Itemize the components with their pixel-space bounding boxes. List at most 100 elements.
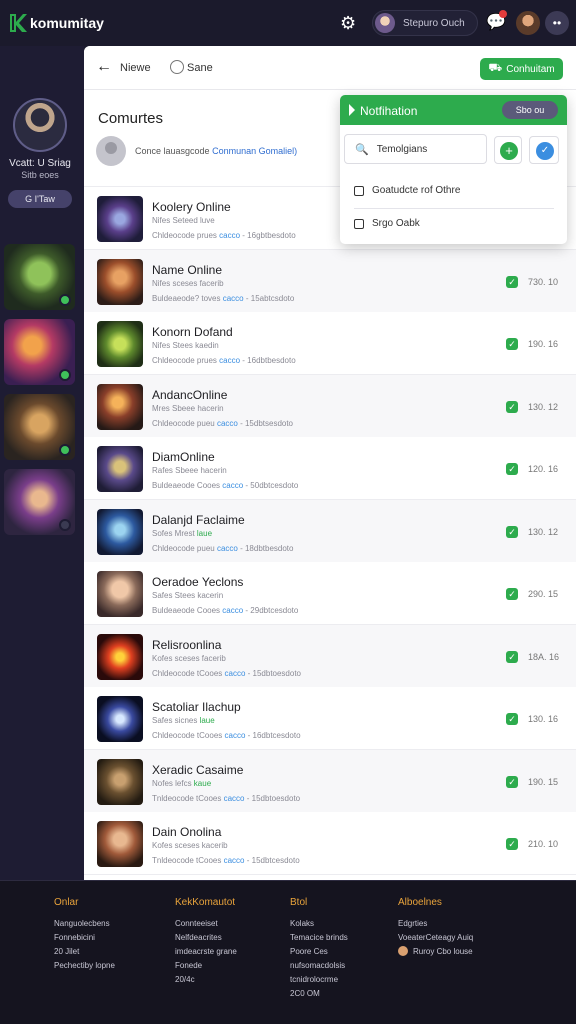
meta-link[interactable]: cacco <box>224 794 245 803</box>
footer-link[interactable]: Fonede <box>175 959 237 973</box>
list-item[interactable]: Dain Onolina Kofes sceses kacerib Tnldeoc… <box>84 812 576 875</box>
list-item[interactable]: DiamOnline Rafes Sbeee hacerin Buldeaeode… <box>84 437 576 500</box>
add-button[interactable] <box>494 136 522 164</box>
popup-menu-item[interactable]: Goatudcte rof Othre <box>354 185 460 196</box>
confirm-button[interactable] <box>529 136 559 164</box>
list-item[interactable]: Relisroonlina Kofes sceses facerib Chldeo… <box>84 625 576 688</box>
verified-check-icon: ✓ <box>506 651 518 663</box>
game-meta: Chldeocode pueu cacco - 18dbtbesdoto <box>152 544 294 553</box>
game-title[interactable]: Xeradic Casaime <box>152 763 243 777</box>
game-thumbnail <box>97 321 143 367</box>
logo-icon <box>8 12 28 34</box>
game-meta: Chldeocode prues cacco - 16gbtbesdoto <box>152 231 296 240</box>
list-item[interactable]: Name Online Nifes sceses facerib Buldeaeo… <box>84 250 576 313</box>
footer-column-3: Btol Kolaks Temacice brinds Poore Ces nu… <box>290 897 348 1001</box>
meta-link[interactable]: cacco <box>223 294 244 303</box>
game-title[interactable]: Konorn Dofand <box>152 325 233 339</box>
popup-menu-item[interactable]: Srgo Oabk <box>354 218 420 229</box>
meta-link[interactable]: cacco <box>217 419 238 428</box>
footer-link[interactable]: 20 Jilet <box>54 945 115 959</box>
footer-link[interactable]: Nanguolecbens <box>54 917 115 931</box>
bookmark-icon <box>354 185 364 196</box>
footer-link[interactable]: nufsomacdolsis <box>290 959 348 973</box>
footer-link[interactable]: Kolaks <box>290 917 348 931</box>
game-title[interactable]: DiamOnline <box>152 450 215 464</box>
game-title[interactable]: Name Online <box>152 263 222 277</box>
footer-link[interactable]: Fonnebicini <box>54 931 115 945</box>
save-icon[interactable] <box>170 60 184 74</box>
footer-link[interactable]: imdeacrste grane <box>175 945 237 959</box>
profile-button[interactable]: G I'Taw <box>8 190 72 208</box>
footer-link[interactable]: Edgrties <box>398 917 473 931</box>
verified-check-icon: ✓ <box>506 338 518 350</box>
game-thumbnail <box>97 259 143 305</box>
footer-link[interactable]: tcnidrolocrme <box>290 973 348 987</box>
verified-check-icon: ✓ <box>506 276 518 288</box>
verified-check-icon: ✓ <box>506 713 518 725</box>
app-logo[interactable]: komumitay <box>8 12 104 34</box>
profile-name: Vcatt: U Sriag <box>9 158 71 169</box>
game-subtitle: Nifes Seteed luve <box>152 216 215 225</box>
list-item[interactable]: Oeradoe Yeclons Safes Stees kacerin Bulde… <box>84 562 576 625</box>
sidebar-game-4[interactable] <box>4 469 75 535</box>
back-label[interactable]: Niewe <box>120 62 151 74</box>
user-search[interactable]: Stepuro Ouch <box>372 10 478 36</box>
game-thumbnail <box>97 384 143 430</box>
list-item[interactable]: Scatoliar Ilachup Safes sicnes laue Chldeo… <box>84 687 576 750</box>
list-item[interactable]: Dalanjd Faclaime Sofes Mrest laue Chldeoco… <box>84 500 576 563</box>
game-subtitle: Sofes Mrest laue <box>152 529 213 538</box>
meta-link[interactable]: cacco <box>222 606 243 615</box>
sidebar-game-2[interactable] <box>4 319 75 385</box>
player-count: 130. 16 <box>528 714 559 724</box>
subtitle-highlight: kaue <box>193 779 212 788</box>
game-title[interactable]: Koolery Online <box>152 200 231 214</box>
game-title[interactable]: Oeradoe Yeclons <box>152 575 243 589</box>
list-item[interactable]: AndancOnline Mres Sbeee hacerin Chldeocod… <box>84 375 576 438</box>
game-title[interactable]: AndancOnline <box>152 388 227 402</box>
community-button[interactable]: ⛟ Conhuitam <box>480 58 563 80</box>
footer-link[interactable]: Nelfdeacrites <box>175 931 237 945</box>
footer-link[interactable]: Pechectiby lopne <box>54 959 115 973</box>
list-item[interactable]: Konorn Dofand Nifes Stees kaedin Chldeoco… <box>84 312 576 375</box>
section-link[interactable]: Conmunan Gomaliel) <box>212 146 297 156</box>
back-arrow-icon[interactable]: ← <box>96 58 112 76</box>
save-label[interactable]: Sane <box>187 62 213 74</box>
notification-dot <box>499 10 507 18</box>
profile-avatar[interactable] <box>13 98 67 152</box>
game-meta: Chldeocode prues cacco - 16dbtbesdoto <box>152 356 296 365</box>
footer: Onlar Nanguolecbens Fonnebicini 20 Jilet… <box>0 880 576 1024</box>
player-count: 130. 12 <box>528 402 559 412</box>
footer-link[interactable]: 20/4c <box>175 973 237 987</box>
settings-icon[interactable]: ⚙ <box>340 12 356 34</box>
more-button[interactable]: •• <box>545 11 569 35</box>
verified-check-icon: ✓ <box>506 526 518 538</box>
account-avatar[interactable] <box>516 11 540 35</box>
meta-link[interactable]: cacco <box>219 356 240 365</box>
meta-link[interactable]: cacco <box>224 856 245 865</box>
game-title[interactable]: Dain Onolina <box>152 825 221 839</box>
meta-link[interactable]: cacco <box>217 544 238 553</box>
game-title[interactable]: Scatoliar Ilachup <box>152 700 241 714</box>
sidebar-game-1[interactable] <box>4 244 75 310</box>
footer-link[interactable]: Ruroy Cbo louse <box>398 945 473 959</box>
popup-pill-button[interactable]: Sbo ou <box>502 101 558 119</box>
footer-link[interactable]: 2C0 OM <box>290 987 348 1001</box>
popup-search-field[interactable]: 🔍 Temolgians <box>344 134 487 164</box>
footer-column-4: Alboelnes Edgrties VoeaterCeteagy Auiq R… <box>398 897 473 959</box>
meta-link[interactable]: cacco <box>225 669 246 678</box>
footer-link[interactable]: Temacice brinds <box>290 931 348 945</box>
footer-link[interactable]: Connteeiset <box>175 917 237 931</box>
game-title[interactable]: Dalanjd Faclaime <box>152 513 245 527</box>
subtitle-highlight: laue <box>196 529 213 538</box>
game-title[interactable]: Relisroonlina <box>152 638 221 652</box>
meta-link[interactable]: cacco <box>225 731 246 740</box>
popup-menu-item-label: Srgo Oabk <box>372 218 420 229</box>
meta-link[interactable]: cacco <box>219 231 240 240</box>
list-item[interactable]: Xeradic Casaime Nofes lefcs kaue Tnldeocod… <box>84 750 576 813</box>
meta-link[interactable]: cacco <box>222 481 243 490</box>
sidebar-game-3[interactable] <box>4 394 75 460</box>
footer-link[interactable]: VoeaterCeteagy Auiq <box>398 931 473 945</box>
popup-title: Notfihation <box>360 104 418 118</box>
footer-link[interactable]: Poore Ces <box>290 945 348 959</box>
game-subtitle: Safes sicnes laue <box>152 716 215 725</box>
